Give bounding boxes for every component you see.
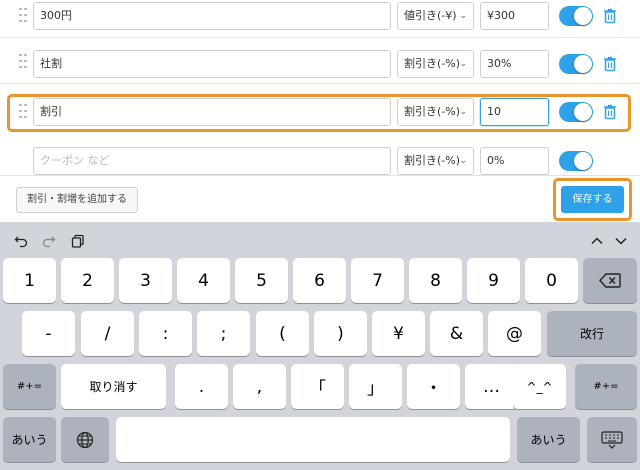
key-slash[interactable]: /: [81, 311, 134, 356]
chevron-down-icon: ⌄: [459, 11, 467, 21]
key-ellipsis[interactable]: …: [465, 364, 518, 409]
discount-type-select[interactable]: 割引き(-%) ⌄: [397, 147, 474, 175]
discount-type-value: 割引き(-%): [404, 154, 461, 167]
drag-handle-icon[interactable]: [19, 53, 29, 70]
discount-form: 300円 値引き(-¥) ⌄ ¥300 社割 割引き(-%) ⌄ 30% 割引 割引…: [0, 0, 640, 222]
globe-key[interactable]: [61, 417, 109, 462]
key-paren-close[interactable]: ): [314, 311, 367, 356]
chevron-down-icon: ⌄: [459, 59, 467, 69]
discount-type-value: 割引き(-%): [404, 57, 461, 70]
shift-symbols-key-right[interactable]: #+=: [575, 364, 637, 409]
discount-row: 300円 値引き(-¥) ⌄ ¥300: [0, 0, 640, 38]
discount-name-input[interactable]: 社割: [33, 50, 391, 78]
save-button[interactable]: 保存する: [561, 186, 624, 213]
key-period[interactable]: .: [175, 364, 228, 409]
key-comma[interactable]: ,: [233, 364, 286, 409]
key-1[interactable]: 1: [3, 258, 56, 303]
clipboard-icon[interactable]: [71, 234, 85, 248]
key-hyphen[interactable]: -: [22, 311, 75, 356]
key-middle-dot[interactable]: ・: [407, 364, 460, 409]
discount-value-input[interactable]: 30%: [480, 50, 549, 78]
redo-icon[interactable]: [42, 234, 56, 248]
discount-row: 社割 割引き(-%) ⌄ 30%: [0, 40, 640, 84]
row-highlight: [7, 94, 631, 132]
add-discount-button[interactable]: 割引・割増を追加する: [16, 187, 138, 213]
discount-name-input[interactable]: クーポン など: [33, 147, 391, 175]
on-screen-keyboard: 1 2 3 4 5 6 7 8 9 0 - / : ; ( ) ¥ & @ 改行…: [0, 222, 640, 470]
key-bracket-open[interactable]: 「: [291, 364, 344, 409]
undo-icon[interactable]: [14, 234, 28, 248]
keyboard-dismiss-icon: [601, 430, 623, 449]
discount-type-select[interactable]: 割引き(-%) ⌄: [397, 50, 474, 78]
enabled-toggle[interactable]: [559, 6, 593, 26]
key-paren-open[interactable]: (: [256, 311, 309, 356]
discount-value-input[interactable]: ¥300: [480, 2, 549, 30]
key-5[interactable]: 5: [235, 258, 288, 303]
trash-icon[interactable]: [603, 8, 617, 24]
key-7[interactable]: 7: [351, 258, 404, 303]
enabled-toggle[interactable]: [559, 54, 593, 74]
enabled-toggle[interactable]: [559, 151, 593, 171]
discount-name-input[interactable]: 300円: [33, 2, 391, 30]
drag-handle-icon[interactable]: [19, 7, 29, 24]
key-4[interactable]: 4: [177, 258, 230, 303]
return-key[interactable]: 改行: [547, 311, 637, 356]
chevron-up-icon[interactable]: [590, 234, 604, 248]
key-6[interactable]: 6: [293, 258, 346, 303]
key-0[interactable]: 0: [525, 258, 578, 303]
key-8[interactable]: 8: [409, 258, 462, 303]
key-ampersand[interactable]: &: [430, 311, 483, 356]
key-3[interactable]: 3: [119, 258, 172, 303]
undo-key[interactable]: 取り消す: [61, 364, 166, 409]
key-9[interactable]: 9: [467, 258, 520, 303]
kana-key-right[interactable]: あいう: [517, 417, 580, 462]
backspace-key[interactable]: [583, 258, 637, 303]
space-key[interactable]: [116, 417, 510, 462]
globe-icon: [76, 431, 94, 448]
key-emoticon[interactable]: ^_^: [513, 364, 566, 409]
shift-symbols-key-left[interactable]: #+=: [3, 364, 56, 409]
kana-key-left[interactable]: あいう: [3, 417, 56, 462]
key-at[interactable]: @: [488, 311, 541, 356]
discount-value-input[interactable]: 0%: [480, 147, 549, 175]
key-semicolon[interactable]: ;: [197, 311, 250, 356]
discount-type-value: 値引き(-¥): [404, 9, 457, 22]
key-bracket-close[interactable]: 」: [349, 364, 402, 409]
key-2[interactable]: 2: [61, 258, 114, 303]
dismiss-keyboard-key[interactable]: [587, 417, 637, 462]
backspace-icon: [599, 273, 621, 288]
chevron-down-icon: ⌄: [459, 156, 467, 166]
discount-row: クーポン など 割引き(-%) ⌄ 0%: [0, 138, 640, 176]
key-colon[interactable]: :: [139, 311, 192, 356]
trash-icon[interactable]: [603, 56, 617, 72]
key-yen[interactable]: ¥: [372, 311, 425, 356]
discount-type-select[interactable]: 値引き(-¥) ⌄: [397, 2, 474, 30]
keyboard-toolbar: [0, 222, 640, 258]
chevron-down-icon[interactable]: [614, 234, 628, 248]
